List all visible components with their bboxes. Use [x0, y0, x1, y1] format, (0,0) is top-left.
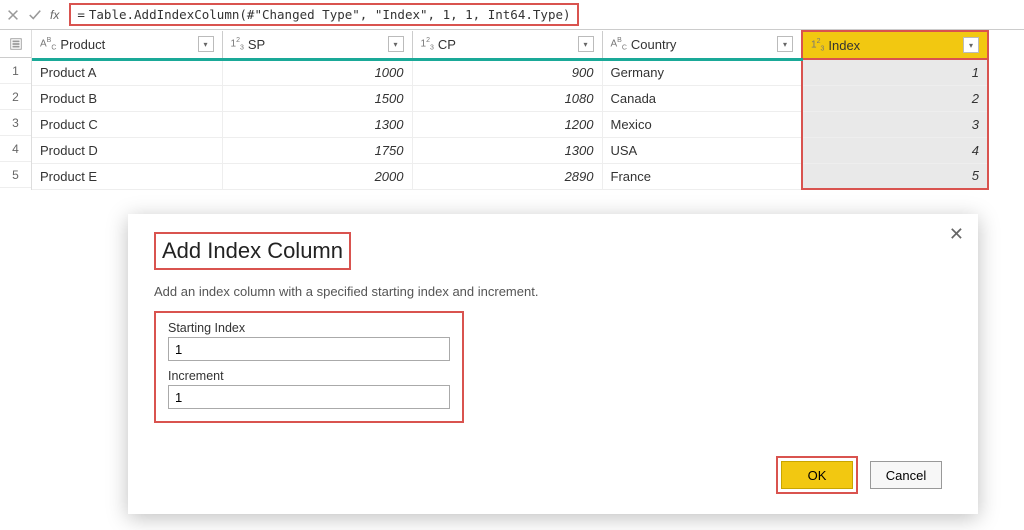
column-name: Country — [631, 37, 773, 52]
column-header-sp[interactable]: 123 SP ▾ — [222, 31, 412, 59]
filter-dropdown-icon[interactable]: ▾ — [963, 37, 979, 53]
cell-country[interactable]: Mexico — [602, 111, 802, 137]
filter-dropdown-icon[interactable]: ▾ — [388, 36, 404, 52]
cell-product[interactable]: Product B — [32, 85, 222, 111]
increment-label: Increment — [168, 369, 450, 383]
number-type-icon: 123 — [811, 38, 824, 52]
dialog-buttons: OK Cancel — [776, 456, 942, 494]
cell-sp[interactable]: 1300 — [222, 111, 412, 137]
cell-country[interactable]: Canada — [602, 85, 802, 111]
column-header-index[interactable]: 123 Index ▾ — [802, 31, 988, 59]
starting-index-label: Starting Index — [168, 321, 450, 335]
text-type-icon: ABC — [611, 37, 627, 51]
cell-sp[interactable]: 2000 — [222, 163, 412, 189]
cell-sp[interactable]: 1750 — [222, 137, 412, 163]
cell-index[interactable]: 5 — [802, 163, 988, 189]
ok-button-highlight: OK — [776, 456, 858, 494]
select-all-cell[interactable] — [0, 30, 31, 58]
dialog-fields-box: Starting Index Increment — [154, 311, 464, 423]
column-header-country[interactable]: ABC Country ▾ — [602, 31, 802, 59]
cell-sp[interactable]: 1000 — [222, 59, 412, 85]
number-type-icon: 123 — [421, 37, 434, 51]
row-number[interactable]: 2 — [0, 84, 31, 110]
filter-dropdown-icon[interactable]: ▾ — [198, 36, 214, 52]
cell-sp[interactable]: 1500 — [222, 85, 412, 111]
column-header-cp[interactable]: 123 CP ▾ — [412, 31, 602, 59]
cell-index[interactable]: 3 — [802, 111, 988, 137]
filter-dropdown-icon[interactable]: ▾ — [777, 36, 793, 52]
cell-country[interactable]: Germany — [602, 59, 802, 85]
cell-product[interactable]: Product C — [32, 111, 222, 137]
row-number-column: 1 2 3 4 5 — [0, 30, 32, 190]
table-row[interactable]: Product E 2000 2890 France 5 — [32, 163, 988, 189]
cell-country[interactable]: France — [602, 163, 802, 189]
table-row[interactable]: Product D 1750 1300 USA 4 — [32, 137, 988, 163]
formula-equals: = — [77, 7, 89, 22]
close-icon[interactable]: ✕ — [949, 224, 964, 245]
column-name: Index — [828, 38, 959, 53]
column-header-product[interactable]: ABC Product ▾ — [32, 31, 222, 59]
cell-index[interactable]: 1 — [802, 59, 988, 85]
formula-bar: fx =Table.AddIndexColumn(#"Changed Type"… — [0, 0, 1024, 30]
cell-cp[interactable]: 1300 — [412, 137, 602, 163]
cell-cp[interactable]: 2890 — [412, 163, 602, 189]
table-row[interactable]: Product C 1300 1200 Mexico 3 — [32, 111, 988, 137]
row-number[interactable]: 5 — [0, 162, 31, 188]
cancel-button[interactable]: Cancel — [870, 461, 942, 489]
row-number[interactable]: 4 — [0, 136, 31, 162]
dialog-description: Add an index column with a specified sta… — [154, 284, 952, 299]
fx-label[interactable]: fx — [50, 8, 59, 22]
ok-button[interactable]: OK — [781, 461, 853, 489]
cell-product[interactable]: Product A — [32, 59, 222, 85]
column-name: SP — [248, 37, 384, 52]
confirm-icon[interactable] — [28, 8, 42, 22]
filter-dropdown-icon[interactable]: ▾ — [578, 36, 594, 52]
table-area: 1 2 3 4 5 ABC Product ▾ 123 SP ▾ — [0, 30, 1024, 190]
data-table: ABC Product ▾ 123 SP ▾ 123 CP — [32, 30, 989, 190]
formula-input[interactable]: =Table.AddIndexColumn(#"Changed Type", "… — [69, 3, 578, 26]
cell-cp[interactable]: 1080 — [412, 85, 602, 111]
formula-text: Table.AddIndexColumn(#"Changed Type", "I… — [89, 7, 571, 22]
cell-product[interactable]: Product D — [32, 137, 222, 163]
column-name: CP — [438, 37, 574, 52]
row-number[interactable]: 3 — [0, 110, 31, 136]
cell-index[interactable]: 2 — [802, 85, 988, 111]
table-row[interactable]: Product B 1500 1080 Canada 2 — [32, 85, 988, 111]
text-type-icon: ABC — [40, 37, 56, 51]
cancel-icon[interactable] — [6, 8, 20, 22]
column-name: Product — [60, 37, 193, 52]
cell-product[interactable]: Product E — [32, 163, 222, 189]
number-type-icon: 123 — [231, 37, 244, 51]
starting-index-input[interactable] — [168, 337, 450, 361]
cell-cp[interactable]: 1200 — [412, 111, 602, 137]
table-row[interactable]: Product A 1000 900 Germany 1 — [32, 59, 988, 85]
increment-input[interactable] — [168, 385, 450, 409]
add-index-column-dialog: ✕ Add Index Column Add an index column w… — [128, 214, 978, 514]
cell-cp[interactable]: 900 — [412, 59, 602, 85]
dialog-title: Add Index Column — [154, 232, 351, 270]
row-number[interactable]: 1 — [0, 58, 31, 84]
cell-country[interactable]: USA — [602, 137, 802, 163]
cell-index[interactable]: 4 — [802, 137, 988, 163]
